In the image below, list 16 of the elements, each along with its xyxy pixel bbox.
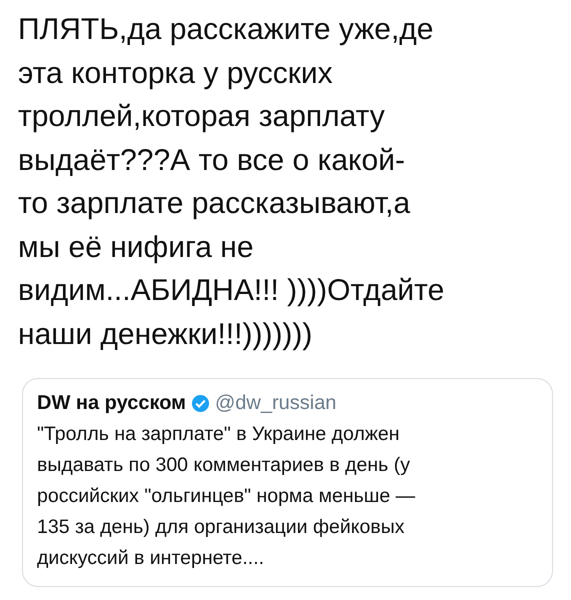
quoted-text-line: дискуссий в интернете.... bbox=[37, 546, 266, 571]
tweet-text-line: то зарплате рассказывают,а bbox=[18, 186, 412, 222]
tweet-text-line: выдаёт???А то все о какой- bbox=[18, 142, 406, 178]
quoted-text-line: "Тролль на зарплате" в Украине должен bbox=[37, 422, 401, 447]
quoted-text-line: 135 за день) для организации фейковых bbox=[37, 515, 406, 540]
tweet-text-line: мы её нифига не bbox=[18, 230, 255, 266]
quoted-text-line: российских "ольгинцев" норма меньше — bbox=[37, 484, 416, 509]
author-handle: @dw_russian bbox=[214, 392, 336, 414]
tweet-text-line: видим...АБИДНА!!! ))))Отдайте bbox=[18, 273, 446, 309]
tweet-text-line: троллей,которая зарплату bbox=[18, 99, 386, 135]
quoted-tweet-card[interactable] bbox=[22, 378, 553, 587]
tweet-text-line: эта конторка у русских bbox=[18, 56, 334, 92]
tweet-text-line: наши денежки!!!))))))) bbox=[18, 316, 314, 352]
author-name: DW на русском bbox=[37, 391, 186, 416]
tweet-text-line: ПЛЯТЬ,да расскажите уже,де bbox=[18, 12, 434, 48]
quoted-text-line: выдавать по 300 комментариев в день (у bbox=[37, 453, 411, 478]
